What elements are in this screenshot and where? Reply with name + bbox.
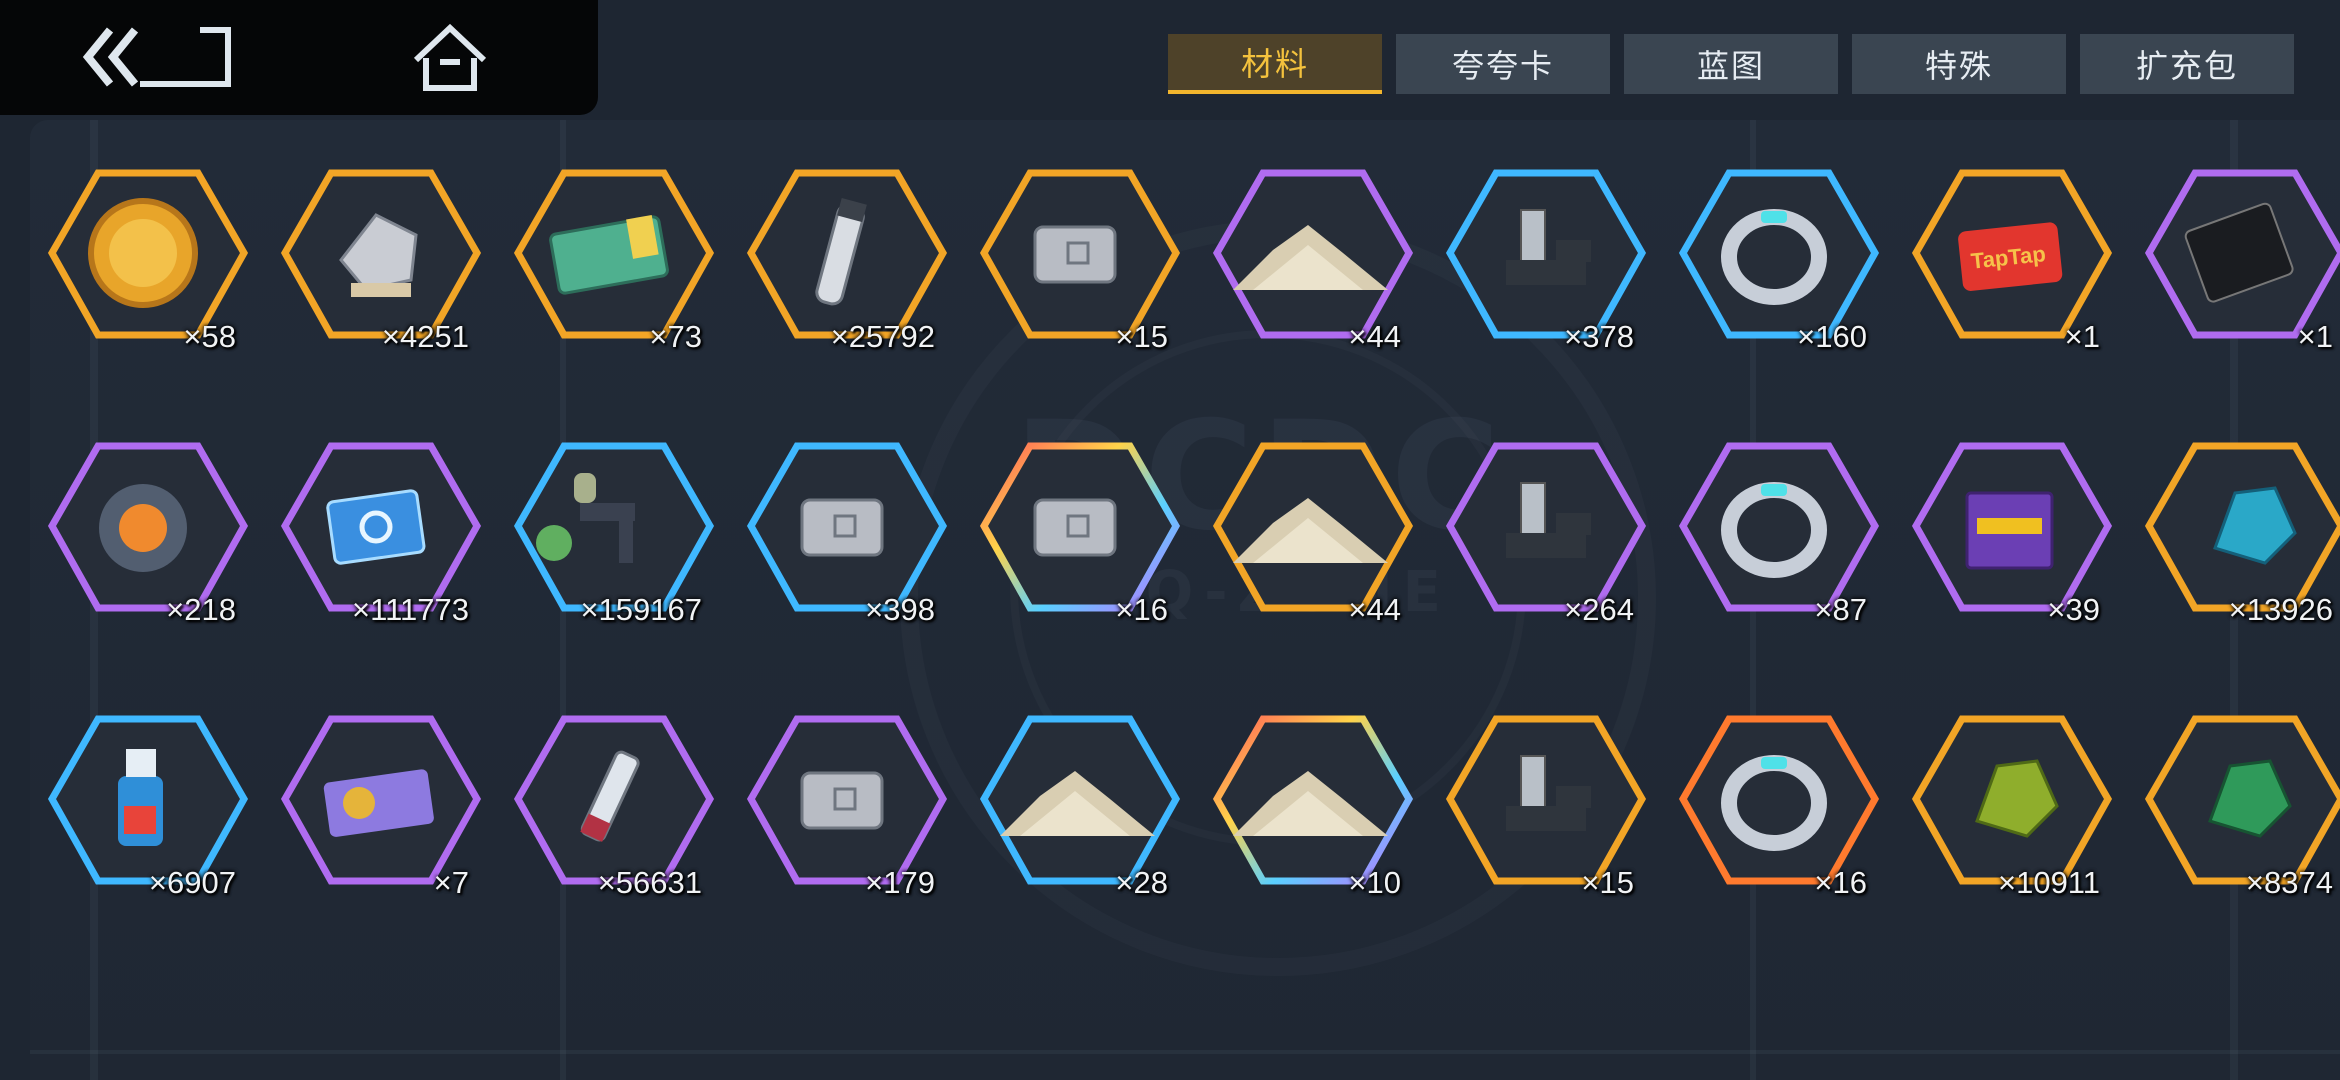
back-button[interactable]: [80, 22, 240, 92]
item-count: ×4251: [381, 319, 469, 354]
item-count: ×111773: [352, 592, 469, 627]
item-count: ×398: [865, 592, 935, 627]
inventory-item[interactable]: ×39: [1912, 438, 2112, 628]
inventory-item[interactable]: ×44: [1213, 438, 1413, 628]
item-count: ×160: [1797, 319, 1867, 354]
inventory-item[interactable]: ×87: [1679, 438, 1879, 628]
inventory-item[interactable]: ×13926: [2145, 438, 2340, 628]
item-count: ×44: [1348, 592, 1401, 627]
item-count: ×28: [1115, 865, 1168, 900]
inventory-item[interactable]: ×1: [2145, 165, 2340, 355]
home-button[interactable]: [410, 20, 490, 95]
item-count: ×39: [2047, 592, 2100, 627]
inventory-item[interactable]: ×8374: [2145, 711, 2340, 901]
inventory-item[interactable]: ×4251: [281, 165, 481, 355]
item-count: ×16: [1814, 865, 1867, 900]
inventory-item[interactable]: TapTap ×1: [1912, 165, 2112, 355]
item-count: ×87: [1814, 592, 1867, 627]
home-icon: [413, 23, 487, 91]
item-count: ×1: [2064, 319, 2100, 354]
tab-materials[interactable]: 材料: [1168, 34, 1382, 94]
inventory-item[interactable]: ×7: [281, 711, 481, 901]
inventory-item[interactable]: ×160: [1679, 165, 1879, 355]
item-count: ×159167: [580, 592, 702, 627]
tab-special[interactable]: 特殊: [1852, 34, 2066, 94]
item-count: ×1: [2297, 319, 2333, 354]
item-count: ×7: [433, 865, 469, 900]
tab-blueprints[interactable]: 蓝图: [1624, 34, 1838, 94]
inventory-item[interactable]: ×159167: [514, 438, 714, 628]
item-count: ×58: [183, 319, 236, 354]
item-count: ×25792: [830, 319, 935, 354]
inventory-item[interactable]: ×264: [1446, 438, 1646, 628]
inventory-item[interactable]: ×28: [980, 711, 1180, 901]
inventory-item[interactable]: ×15: [980, 165, 1180, 355]
inventory-item[interactable]: ×10911: [1912, 711, 2112, 901]
inventory-item[interactable]: ×10: [1213, 711, 1413, 901]
back-arrow-icon: [82, 27, 231, 87]
inventory-item[interactable]: ×16: [1679, 711, 1879, 901]
inventory-item[interactable]: ×73: [514, 165, 714, 355]
top-nav-bar: [0, 0, 598, 115]
item-count: ×15: [1115, 319, 1168, 354]
inventory-item[interactable]: ×16: [980, 438, 1180, 628]
inventory-item[interactable]: ×6907: [48, 711, 248, 901]
inventory-item[interactable]: ×179: [747, 711, 947, 901]
item-count: ×378: [1564, 319, 1634, 354]
inventory-item[interactable]: ×378: [1446, 165, 1646, 355]
item-count: ×179: [865, 865, 935, 900]
category-tabs: 材料 夸夸卡 蓝图 特殊 扩充包: [1168, 34, 2294, 94]
item-count: ×10: [1348, 865, 1401, 900]
inventory-item[interactable]: ×398: [747, 438, 947, 628]
item-count: ×218: [166, 592, 236, 627]
inventory-item[interactable]: ×111773: [281, 438, 481, 628]
item-count: ×44: [1348, 319, 1401, 354]
tab-praise-cards[interactable]: 夸夸卡: [1396, 34, 1610, 94]
inventory-item[interactable]: ×25792: [747, 165, 947, 355]
item-count: ×15: [1581, 865, 1634, 900]
item-count: ×10911: [1997, 865, 2100, 900]
item-count: ×56631: [597, 865, 702, 900]
inventory-item[interactable]: ×44: [1213, 165, 1413, 355]
item-count: ×6907: [148, 865, 236, 900]
inventory-item[interactable]: ×56631: [514, 711, 714, 901]
inventory-item[interactable]: ×218: [48, 438, 248, 628]
item-count: ×16: [1115, 592, 1168, 627]
item-count: ×8374: [2245, 865, 2333, 900]
item-count: ×73: [649, 319, 702, 354]
inventory-grid: ×58 ×4251 ×73 ×25792 ×15 ×44 ×378 ×160 TapTap ×1 ×…: [48, 165, 2340, 925]
inventory-item[interactable]: ×15: [1446, 711, 1646, 901]
background-line: [30, 1050, 2340, 1054]
tab-expansion-packs[interactable]: 扩充包: [2080, 34, 2294, 94]
item-count: ×264: [1564, 592, 1634, 627]
item-count: ×13926: [2228, 592, 2333, 627]
inventory-item[interactable]: ×58: [48, 165, 248, 355]
